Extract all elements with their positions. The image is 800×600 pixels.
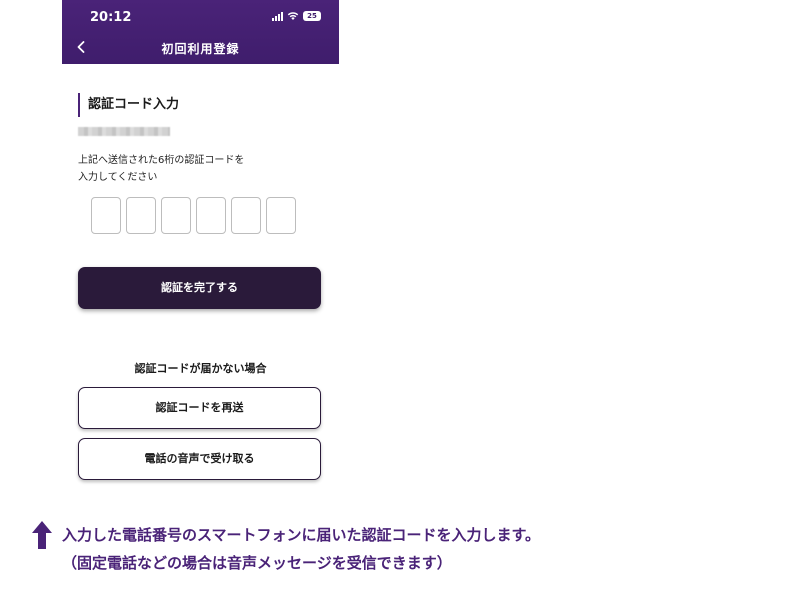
page-title: 初回利用登録	[161, 42, 240, 56]
instruction-text: 上記へ送信された6桁の認証コードを 入力してください	[78, 152, 298, 186]
battery-icon: 25	[303, 11, 321, 21]
phone-screen: 20:12 25 初回利用登録 認証コード入力 上記へ送信された6桁の認証コード…	[62, 0, 339, 500]
resend-code-button[interactable]: 認証コードを再送	[78, 387, 321, 429]
not-received-heading: 認証コードが届かない場合	[134, 362, 267, 375]
instruction-line: 入力してください	[78, 172, 158, 183]
complete-verification-button[interactable]: 認証を完了する	[78, 267, 321, 309]
code-digit-input[interactable]	[91, 197, 121, 234]
code-digit-input[interactable]	[231, 197, 261, 234]
code-digit-input[interactable]	[126, 197, 156, 234]
annotation-text: （固定電話などの場合は音声メッセージを受信できます）	[62, 554, 452, 572]
section-title: 認証コード入力	[78, 93, 179, 117]
code-digit-input[interactable]	[161, 197, 191, 234]
signal-icon	[272, 11, 283, 21]
code-input-group	[91, 197, 296, 234]
voice-call-button[interactable]: 電話の音声で受け取る	[78, 438, 321, 480]
status-time: 20:12	[90, 10, 132, 25]
wifi-icon	[287, 11, 299, 21]
status-icons: 25	[272, 11, 321, 21]
masked-phone-number	[78, 127, 170, 136]
app-header: 20:12 25 初回利用登録	[62, 0, 339, 64]
arrow-up-icon	[32, 521, 52, 549]
code-digit-input[interactable]	[196, 197, 226, 234]
code-digit-input[interactable]	[266, 197, 296, 234]
annotation-text: 入力した電話番号のスマートフォンに届いた認証コードを入力します。	[62, 526, 541, 544]
instruction-line: 上記へ送信された6桁の認証コードを	[78, 155, 245, 166]
